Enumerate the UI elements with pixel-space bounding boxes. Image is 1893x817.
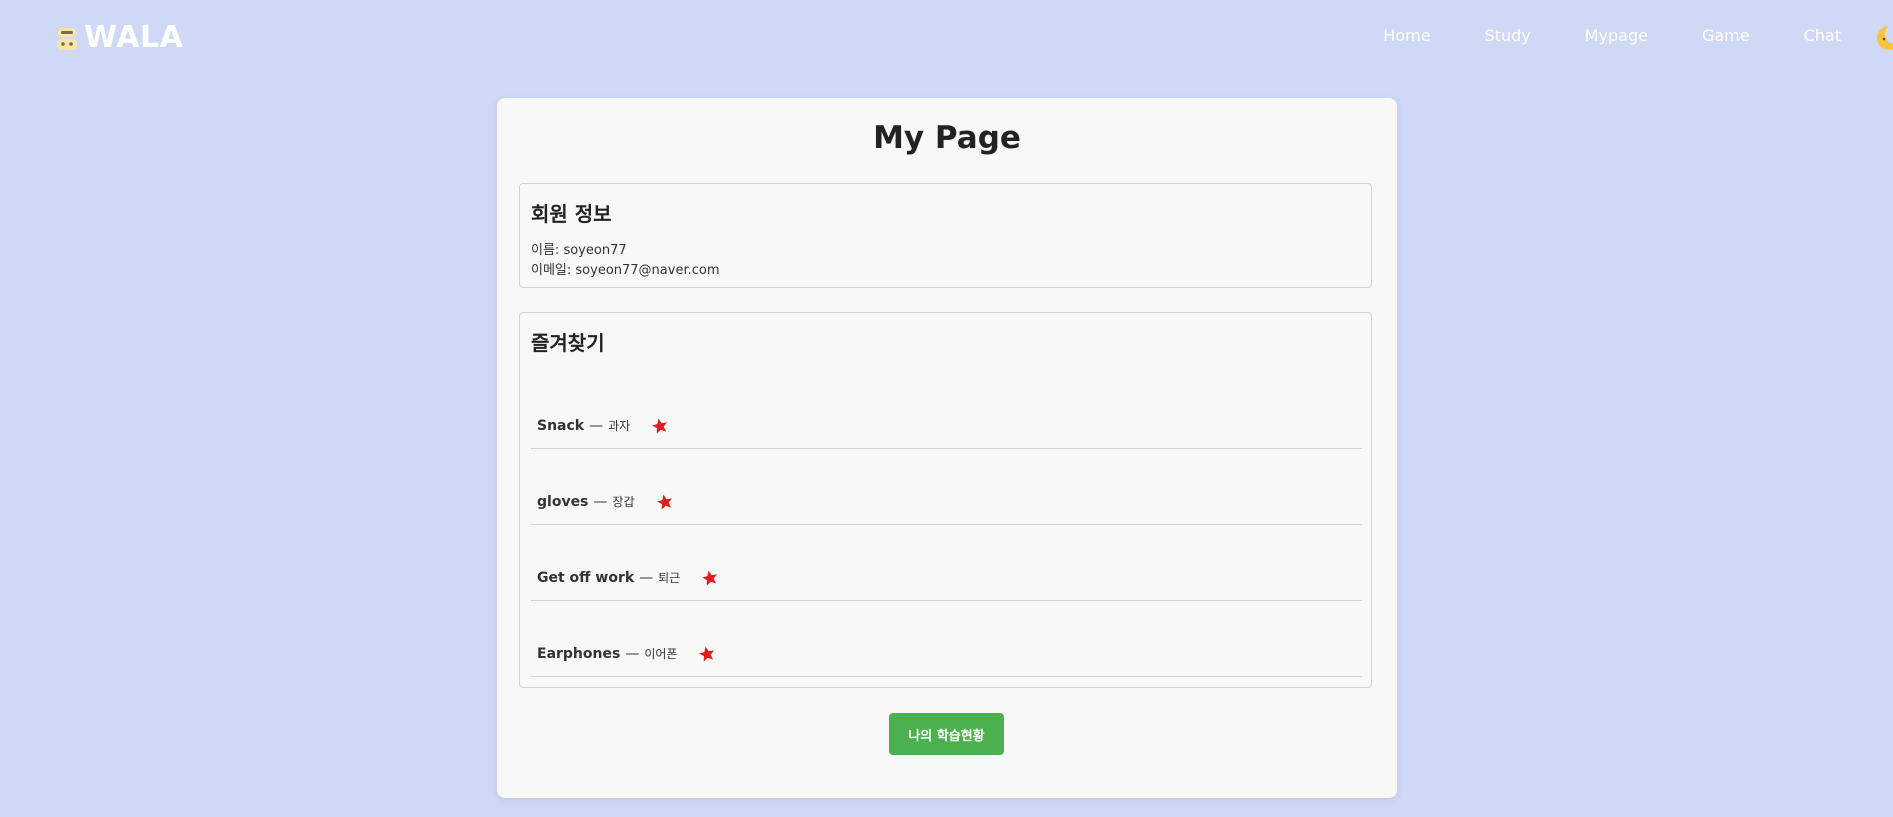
- favorite-item: Earphones — 이어폰: [531, 601, 1362, 677]
- my-progress-button[interactable]: 나의 학습현황: [889, 713, 1004, 755]
- favorite-meaning: 이어폰: [644, 647, 678, 661]
- robot-icon: [56, 25, 78, 51]
- star-icon[interactable]: [699, 646, 715, 662]
- page-title: My Page: [873, 120, 1021, 156]
- favorite-meaning: 과자: [608, 419, 631, 433]
- favorite-separator: —: [625, 645, 640, 662]
- favorites-section: 즐겨찾기 Snack — 과자 gloves — 장갑 Get off work…: [519, 312, 1372, 688]
- favorite-meaning: 퇴근: [658, 571, 681, 585]
- nav-home[interactable]: Home: [1383, 26, 1430, 45]
- nav-game[interactable]: Game: [1702, 26, 1750, 45]
- favorite-word: gloves: [537, 493, 589, 510]
- top-navbar: WALA Home Study Mypage Game Chat: [0, 0, 1893, 78]
- favorites-title: 즐겨찾기: [531, 331, 605, 355]
- favorite-word: Get off work: [537, 569, 635, 586]
- member-name-row: 이름: soyeon77: [531, 239, 627, 258]
- email-label: 이메일:: [531, 263, 572, 278]
- star-icon[interactable]: [656, 494, 673, 510]
- favorite-item: gloves — 장갑: [531, 449, 1362, 525]
- favorites-list: Snack — 과자 gloves — 장갑 Get off work — 퇴근…: [531, 373, 1362, 677]
- logo[interactable]: WALA: [56, 20, 183, 55]
- favorite-item: Snack — 과자: [531, 373, 1362, 449]
- email-value: soyeon77@naver.com: [575, 263, 720, 278]
- nav-links: Home Study Mypage Game Chat: [1329, 26, 1841, 45]
- member-info-title: 회원 정보: [531, 202, 612, 226]
- nav-study[interactable]: Study: [1485, 26, 1531, 45]
- moon-icon[interactable]: [1875, 24, 1893, 52]
- star-icon[interactable]: [702, 570, 718, 586]
- mypage-card: My Page 회원 정보 이름: soyeon77 이메일: soyeon77…: [497, 98, 1397, 798]
- favorite-meaning: 장갑: [612, 495, 635, 509]
- favorite-word: Snack: [537, 417, 585, 434]
- favorite-item: Get off work — 퇴근: [531, 525, 1362, 601]
- favorite-separator: —: [593, 493, 608, 510]
- name-label: 이름:: [531, 243, 560, 258]
- favorite-word: Earphones: [537, 645, 621, 662]
- star-icon[interactable]: [652, 418, 668, 434]
- favorite-separator: —: [589, 417, 604, 434]
- logo-text: WALA: [84, 20, 184, 55]
- nav-mypage[interactable]: Mypage: [1585, 26, 1648, 45]
- member-info-section: 회원 정보 이름: soyeon77 이메일: soyeon77@naver.c…: [519, 183, 1372, 288]
- name-value: soyeon77: [563, 243, 627, 258]
- member-email-row: 이메일: soyeon77@naver.com: [531, 259, 720, 278]
- nav-chat[interactable]: Chat: [1804, 26, 1841, 45]
- favorite-separator: —: [639, 569, 654, 586]
